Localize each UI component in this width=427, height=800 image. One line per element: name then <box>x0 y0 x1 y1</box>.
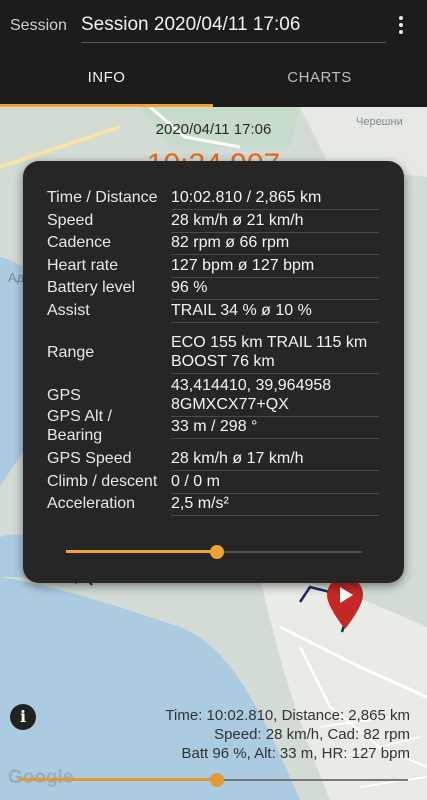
info-value: 82 rpm ø 66 rpm <box>171 233 379 255</box>
session-label: Session <box>10 17 67 34</box>
summary-line-1: Time: 10:02.810, Distance: 2,865 km <box>165 707 410 724</box>
info-key: Climb / descent <box>47 473 158 490</box>
tab-info-label: INFO <box>87 69 126 86</box>
tab-charts[interactable]: CHARTS <box>213 52 426 107</box>
info-key: Time / Distance <box>47 189 158 206</box>
info-key: Heart rate <box>47 257 119 274</box>
info-key: Assist <box>47 302 90 319</box>
info-value: 0 / 0 m <box>171 472 379 494</box>
info-value: 33 m / 298 ° <box>171 417 379 439</box>
app-bar: Session Session 2020/04/11 17:06 <box>0 0 427 52</box>
tab-info[interactable]: INFO <box>0 52 213 107</box>
slider-fill <box>18 778 217 781</box>
session-selector[interactable]: Session 2020/04/11 17:06 <box>81 14 386 43</box>
card-position-slider[interactable] <box>66 545 362 559</box>
info-key: GPS <box>47 387 81 404</box>
info-value: ECO 155 km TRAIL 115 km BOOST 76 km <box>171 333 379 374</box>
play-marker-icon[interactable] <box>327 577 363 629</box>
timeline-slider[interactable] <box>18 773 408 787</box>
info-icon[interactable]: i <box>10 704 36 730</box>
info-value: 28 km/h ø 17 km/h <box>171 449 379 471</box>
info-key: Cadence <box>47 234 112 251</box>
info-value: 28 km/h ø 21 km/h <box>171 211 379 233</box>
tab-charts-label: CHARTS <box>287 69 352 86</box>
tab-bar: INFO CHARTS <box>0 52 427 107</box>
info-key: Speed <box>47 212 94 229</box>
info-value: 96 % <box>171 278 379 300</box>
session-info-card: Time / Distance 10:02.810 / 2,865 km Spe… <box>23 161 404 583</box>
info-value: 127 bpm ø 127 bpm <box>171 256 379 278</box>
summary-line-2: Speed: 28 km/h, Cad: 82 rpm <box>214 726 410 743</box>
info-key: Battery level <box>47 279 136 296</box>
slider-thumb[interactable] <box>210 545 224 559</box>
info-value: 43,414410, 39,964958 8GMXCX77+QX <box>171 376 379 417</box>
more-vert-icon[interactable] <box>395 14 407 38</box>
slider-thumb[interactable] <box>210 773 224 787</box>
info-value: TRAIL 34 % ø 10 % <box>171 301 379 323</box>
map-label-left-mid: Ад <box>8 270 25 285</box>
session-date: 2020/04/11 17:06 <box>155 121 272 138</box>
slider-fill <box>66 550 217 553</box>
info-value: 10:02.810 / 2,865 km <box>171 188 379 210</box>
info-key: GPS Speed <box>47 450 132 467</box>
info-value: 2,5 m/s² <box>171 494 379 516</box>
info-key: GPS Alt / Bearing <box>47 408 112 444</box>
summary-line-3: Batt 96 %, Alt: 33 m, HR: 127 bpm <box>181 745 410 762</box>
info-key: Range <box>47 344 95 361</box>
info-key: Acceleration <box>47 495 136 512</box>
